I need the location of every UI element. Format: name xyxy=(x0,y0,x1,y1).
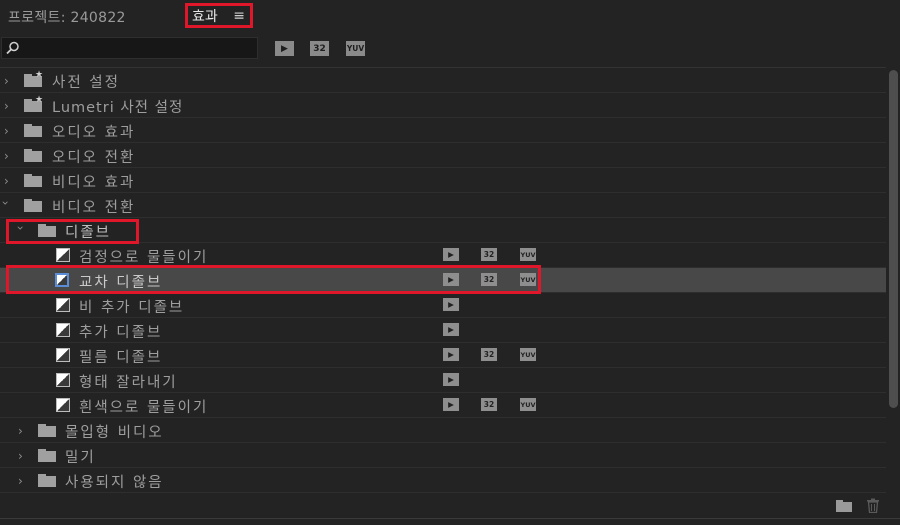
chevron-right-icon[interactable]: › xyxy=(4,149,9,163)
transition-icon xyxy=(56,373,70,387)
tab-effects[interactable]: 효과 ≡ xyxy=(185,3,253,28)
tab-effects-label: 효과 xyxy=(192,8,218,25)
folder-icon xyxy=(24,124,42,137)
effect-item-non-additive-dissolve[interactable]: 비 추가 디졸브 ▶ xyxy=(0,293,886,318)
tree-item-presets[interactable]: › ★ 사전 설정 xyxy=(0,68,886,93)
search-field[interactable] xyxy=(1,37,258,59)
chevron-right-icon[interactable]: › xyxy=(4,174,9,188)
tree-item-obsolete[interactable]: › 사용되지 않음 xyxy=(0,468,886,493)
panel-menu-icon[interactable]: ≡ xyxy=(233,8,245,24)
folder-icon xyxy=(38,449,56,462)
highlight-box-cross-dissolve xyxy=(6,265,541,294)
scrollbar-thumb[interactable] xyxy=(889,70,898,408)
32bit-filter-icon[interactable]: 32 xyxy=(310,41,329,56)
chevron-right-icon[interactable]: › xyxy=(18,474,23,488)
tree-item-label: 흰색으로 물들이기 xyxy=(79,400,209,416)
tree-item-immersive-video[interactable]: › 몰입형 비디오 xyxy=(0,418,886,443)
yuv-badge-icon: YUV xyxy=(520,248,536,261)
tree-item-slide[interactable]: › 밀기 xyxy=(0,443,886,468)
effect-item-film-dissolve[interactable]: 필름 디졸브 ▶ 32 YUV xyxy=(0,343,886,368)
tree-item-label: 오디오 효과 xyxy=(52,125,136,141)
tree-item-label: Lumetri 사전 설정 xyxy=(52,100,184,116)
effect-item-morph-cut[interactable]: 형태 잘라내기 ▶ xyxy=(0,368,886,393)
chevron-right-icon[interactable]: › xyxy=(4,124,9,138)
yuv-badge-icon: YUV xyxy=(520,398,536,411)
panel-tab-bar: 프로젝트: 240822 효과 ≡ xyxy=(0,0,900,34)
tree-item-label: 필름 디졸브 xyxy=(79,350,163,366)
star-icon: ★ xyxy=(35,95,44,105)
accelerated-badge-icon: ▶ xyxy=(443,373,459,386)
transition-icon xyxy=(56,348,70,362)
accelerated-badge-icon: ▶ xyxy=(443,248,459,261)
accelerated-effects-filter-icon[interactable]: ▶ xyxy=(275,41,294,56)
search-icon xyxy=(6,41,19,55)
tree-item-label: 사전 설정 xyxy=(52,75,120,91)
bottom-divider xyxy=(0,518,900,519)
tree-item-label: 형태 잘라내기 xyxy=(79,375,178,391)
tree-item-label: 밀기 xyxy=(65,450,96,466)
effect-item-additive-dissolve[interactable]: 추가 디졸브 ▶ xyxy=(0,318,886,343)
tree-item-label: 추가 디졸브 xyxy=(79,325,163,341)
panel-bottom-bar xyxy=(0,493,900,525)
folder-icon xyxy=(24,199,42,212)
effects-toolbar: ▶ 32 YUV xyxy=(0,34,900,66)
32bit-badge-icon: 32 xyxy=(481,248,497,261)
tree-item-label: 검정으로 물들이기 xyxy=(79,250,209,266)
tree-item-label: 사용되지 않음 xyxy=(65,475,164,491)
chevron-right-icon[interactable]: › xyxy=(18,449,23,463)
chevron-right-icon[interactable]: › xyxy=(18,424,23,438)
tree-item-label: 비디오 효과 xyxy=(52,175,136,191)
yuv-badge-icon: YUV xyxy=(520,348,536,361)
tree-item-label: 몰입형 비디오 xyxy=(65,425,164,441)
star-icon: ★ xyxy=(35,70,44,80)
tree-item-video-effects[interactable]: › 비디오 효과 xyxy=(0,168,886,193)
tree-item-audio-transitions[interactable]: › 오디오 전환 xyxy=(0,143,886,168)
tab-project[interactable]: 프로젝트: 240822 xyxy=(8,7,126,27)
transition-icon xyxy=(56,248,70,262)
tree-item-lumetri-presets[interactable]: › ★ Lumetri 사전 설정 xyxy=(0,93,886,118)
tree-item-audio-effects[interactable]: › 오디오 효과 xyxy=(0,118,886,143)
new-bin-folder-icon[interactable] xyxy=(836,500,852,512)
effect-item-dip-to-white[interactable]: 흰색으로 물들이기 ▶ 32 YUV xyxy=(0,393,886,418)
tree-item-label: 비 추가 디졸브 xyxy=(79,300,185,316)
transition-icon xyxy=(56,398,70,412)
accelerated-badge-icon: ▶ xyxy=(443,323,459,336)
transition-icon xyxy=(56,323,70,337)
accelerated-badge-icon: ▶ xyxy=(443,298,459,311)
tree-item-video-transitions[interactable]: › 비디오 전환 xyxy=(0,193,886,218)
folder-icon xyxy=(38,424,56,437)
transition-icon xyxy=(56,298,70,312)
accelerated-badge-icon: ▶ xyxy=(443,348,459,361)
32bit-badge-icon: 32 xyxy=(481,348,497,361)
accelerated-badge-icon: ▶ xyxy=(443,398,459,411)
trash-icon[interactable] xyxy=(866,498,880,513)
tree-item-label: 오디오 전환 xyxy=(52,150,136,166)
folder-icon xyxy=(24,174,42,187)
chevron-right-icon[interactable]: › xyxy=(4,74,9,88)
folder-icon xyxy=(24,149,42,162)
folder-icon xyxy=(38,474,56,487)
chevron-down-icon[interactable]: › xyxy=(0,201,12,206)
search-input[interactable] xyxy=(24,39,256,59)
32bit-badge-icon: 32 xyxy=(481,398,497,411)
yuv-filter-icon[interactable]: YUV xyxy=(346,41,365,56)
highlight-box-dissolve-folder xyxy=(6,219,139,244)
tree-item-label: 비디오 전환 xyxy=(52,200,136,216)
chevron-right-icon[interactable]: › xyxy=(4,99,9,113)
